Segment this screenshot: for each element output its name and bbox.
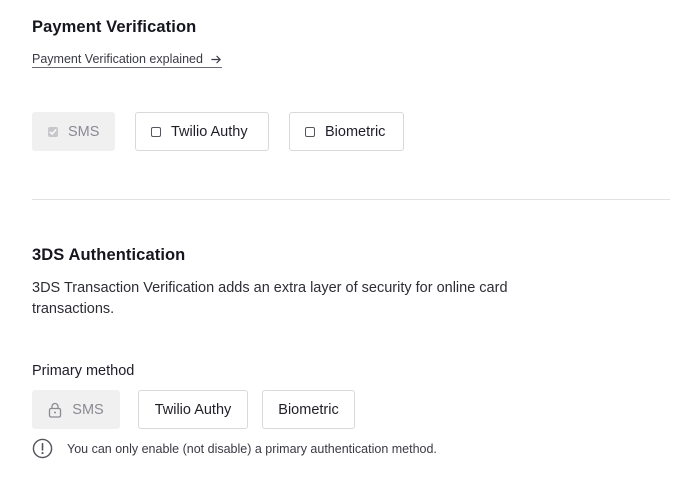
payment-option-biometric[interactable]: Biometric <box>289 112 404 151</box>
three-ds-title: 3DS Authentication <box>32 246 186 264</box>
payment-option-biometric-label: Biometric <box>325 123 386 140</box>
lock-icon <box>49 402 62 418</box>
primary-method-sms: SMS <box>32 390 120 429</box>
sms-checkbox <box>48 126 58 137</box>
info-exclamation-icon <box>32 438 53 459</box>
primary-method-note: You can only enable (not disable) a prim… <box>32 438 437 459</box>
check-icon <box>49 128 57 135</box>
payment-verification-explained-link[interactable]: Payment Verification explained <box>32 52 222 68</box>
primary-method-biometric-label: Biometric <box>278 401 339 418</box>
payment-option-sms-label: SMS <box>68 123 100 140</box>
explained-link-label: Payment Verification explained <box>32 52 203 66</box>
payment-option-sms: SMS <box>32 112 115 151</box>
settings-page: Payment Verification Payment Verificatio… <box>0 0 698 477</box>
section-divider <box>32 199 670 200</box>
primary-method-twilio-authy-label: Twilio Authy <box>154 401 232 418</box>
three-ds-description: 3DS Transaction Verification adds an ext… <box>32 280 508 317</box>
primary-method-note-text: You can only enable (not disable) a prim… <box>67 441 437 456</box>
arrow-right-icon <box>211 55 221 63</box>
payment-option-twilio-authy[interactable]: Twilio Authy <box>135 112 269 151</box>
payment-option-twilio-authy-label: Twilio Authy <box>171 123 248 140</box>
primary-method-sms-label: SMS <box>72 401 104 418</box>
primary-method-twilio-authy[interactable]: Twilio Authy <box>138 390 248 429</box>
payment-verification-title: Payment Verification <box>32 18 197 36</box>
primary-method-biometric[interactable]: Biometric <box>262 390 355 429</box>
twilio-authy-checkbox[interactable] <box>151 126 161 137</box>
primary-method-label: Primary method <box>32 363 135 379</box>
biometric-checkbox[interactable] <box>305 126 315 137</box>
